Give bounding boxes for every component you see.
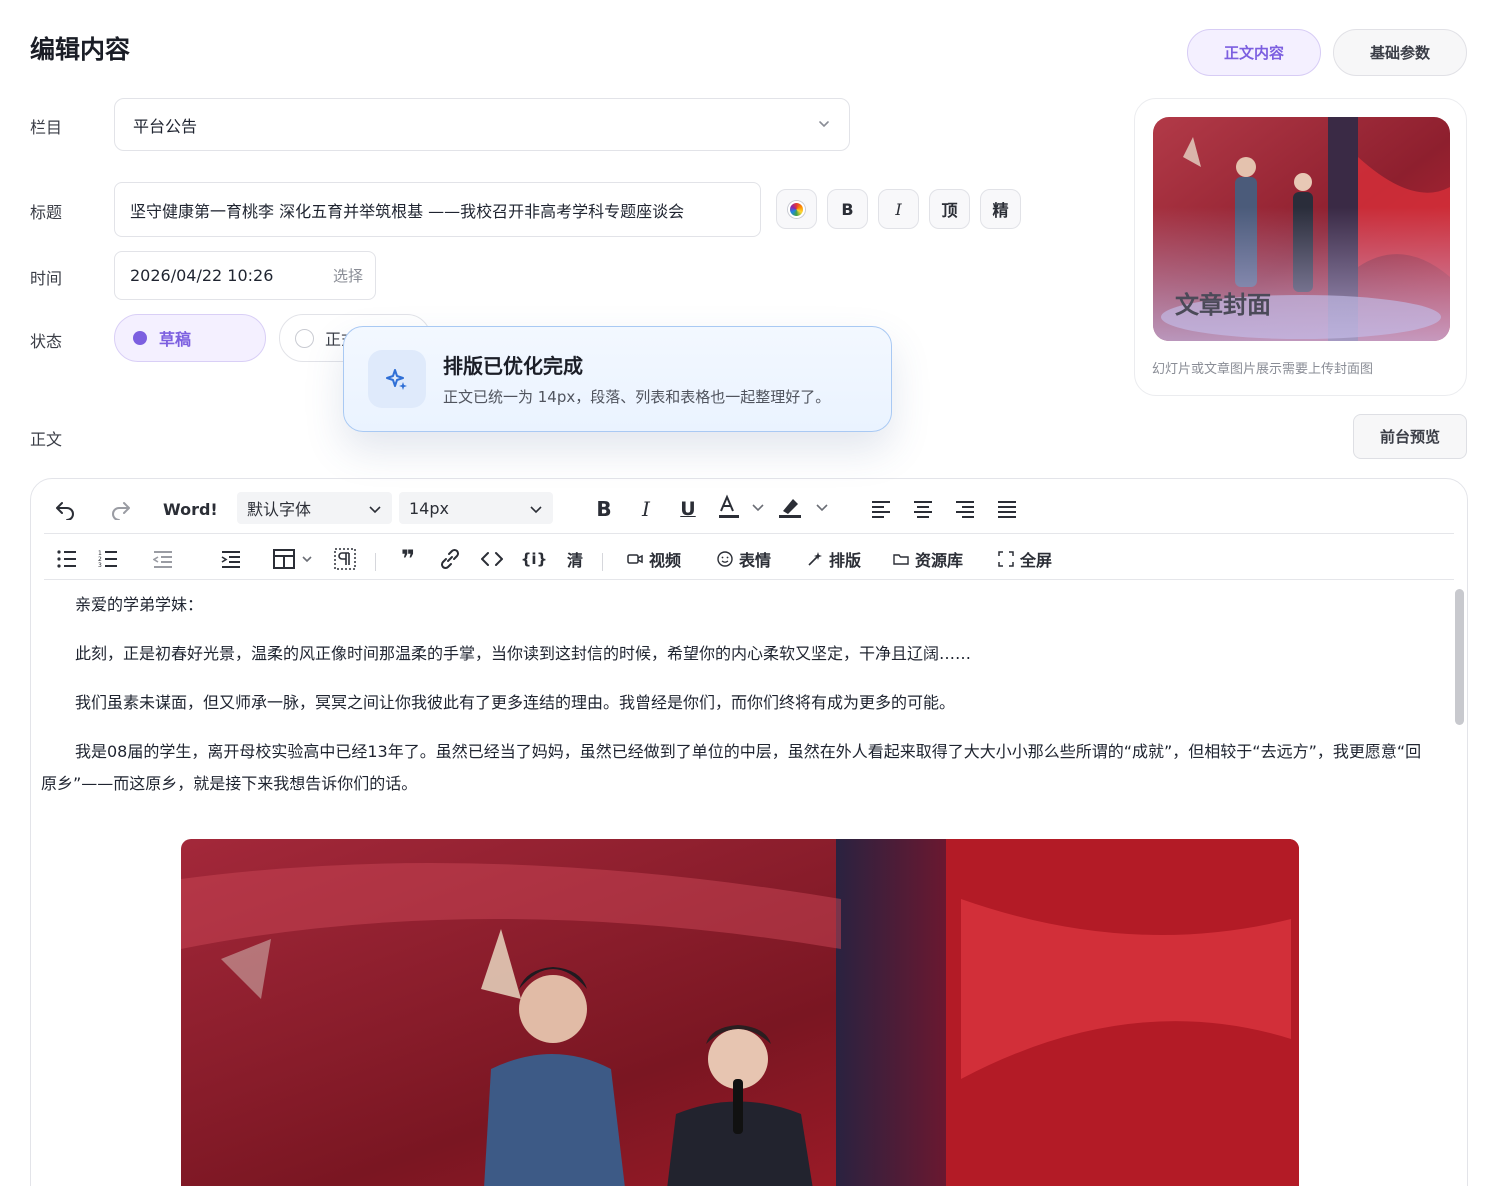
font-family-select[interactable]: 默认字体 [237,492,392,524]
paragraph: 亲爱的学弟学妹： [75,595,204,614]
color-palette-icon [788,200,805,218]
title-value: 坚守健康第一育桃李 深化五育并举筑根基 ——我校召开非高考学科专题座谈会 [130,201,685,221]
emoji-button[interactable]: 表情 [717,547,771,571]
align-center-icon[interactable] [911,495,935,523]
cover-image-upload[interactable]: 文章封面 [1153,117,1450,341]
highlight-color-icon[interactable] [777,493,829,523]
top-tabs: 正文内容 基础参数 [1187,29,1467,76]
emoji-icon [717,551,733,567]
emoji-label: 表情 [739,551,772,570]
radio-selected-icon [133,331,147,345]
time-value: 2026/04/22 10:26 [130,266,274,285]
svg-text:3: 3 [98,562,102,568]
resource-library-label: 资源库 [915,551,964,570]
cover-hint: 幻灯片或文章图片展示需要上传封面图 [1152,362,1374,377]
video-icon [627,554,643,564]
undo-icon[interactable] [51,495,79,523]
chevron-down-icon [819,121,829,128]
bullet-list-icon[interactable] [55,547,79,571]
title-label: 标题 [30,203,63,222]
indent-icon[interactable] [219,547,243,571]
status-draft-option[interactable]: 草稿 [114,314,266,362]
italic-icon[interactable]: I [633,495,659,523]
radio-unselected-icon [295,328,314,348]
cover-card: 文章封面 幻灯片或文章图片展示需要上传封面图 [1134,98,1467,396]
word-import-button[interactable]: Word! [163,495,218,523]
toast-title: 排版已优化完成 [443,354,583,378]
article-photo [181,839,1299,1186]
tab-body-content[interactable]: 正文内容 [1187,29,1321,76]
editor-scrollbar[interactable] [1455,589,1464,725]
title-style-buttons: B I 顶 精 [776,189,1021,229]
time-pick-button[interactable]: 选择 [333,265,363,286]
chevron-down-icon [530,506,542,514]
align-right-icon[interactable] [953,495,977,523]
font-size-value: 14px [409,498,449,518]
title-top-button[interactable]: 顶 [929,189,970,229]
editor-content[interactable]: 亲爱的学弟学妹： 此刻，正是初春好光景，温柔的风正像时间那温柔的手掌，当你读到这… [41,589,1436,817]
time-label: 时间 [30,269,63,288]
body-label: 正文 [30,430,63,449]
numbered-list-icon[interactable]: 123 [96,547,120,571]
font-color-icon[interactable] [717,493,765,523]
status-draft-label: 草稿 [159,330,192,349]
link-icon[interactable] [438,547,462,571]
category-value: 平台公告 [133,116,198,136]
fullscreen-icon [998,551,1014,567]
cover-label: 文章封面 [1175,291,1271,319]
clear-format-button[interactable]: 清 [563,547,587,571]
code-block-icon[interactable]: {i} [521,547,548,571]
toast-description: 正文已统一为 14px，段落、列表和表格也一起整理好了。 [443,388,831,406]
outdent-icon[interactable] [151,547,175,571]
layout-button[interactable]: 排版 [807,547,861,571]
rich-text-editor: Word! 默认字体 14px B I U 123 ❞ {i} 清 视频 表情 … [30,478,1468,1186]
page-title: 编辑内容 [30,35,131,64]
font-family-value: 默认字体 [247,500,312,519]
format-block-icon[interactable] [333,547,357,571]
status-label: 状态 [30,332,63,351]
category-label: 栏目 [30,118,63,137]
align-left-icon[interactable] [869,495,893,523]
bold-icon[interactable]: B [591,495,617,523]
fullscreen-button[interactable]: 全屏 [998,547,1052,571]
paragraph: 我们虽素未谋面，但又师承一脉，冥冥之间让你我彼此有了更多连结的理由。我曾经是你们… [75,693,956,712]
title-featured-button[interactable]: 精 [980,189,1021,229]
font-size-select[interactable]: 14px [399,492,553,524]
quote-icon[interactable]: ❞ [396,545,420,573]
layout-label: 排版 [829,551,862,570]
frontend-preview-button[interactable]: 前台预览 [1353,414,1467,459]
fullscreen-label: 全屏 [1020,551,1053,570]
layout-success-toast: 排版已优化完成 正文已统一为 14px，段落、列表和表格也一起整理好了。 [343,326,892,432]
title-input[interactable]: 坚守健康第一育桃李 深化五育并举筑根基 ——我校召开非高考学科专题座谈会 [114,182,761,237]
paragraph: 此刻，正是初春好光景，温柔的风正像时间那温柔的手掌，当你读到这封信的时候，希望你… [75,644,972,663]
table-icon[interactable] [273,547,317,571]
title-color-button[interactable] [776,189,817,229]
magic-wand-icon [808,552,822,566]
sparkle-icon [368,350,426,408]
align-justify-icon[interactable] [995,495,1019,523]
resource-library-button[interactable]: 资源库 [893,547,963,571]
folder-icon [893,554,909,565]
category-select[interactable]: 平台公告 [114,98,850,151]
title-bold-button[interactable]: B [827,189,868,229]
video-button[interactable]: 视频 [627,547,681,571]
redo-icon[interactable] [107,495,135,523]
chevron-down-icon [369,506,381,514]
video-label: 视频 [649,551,682,570]
title-italic-button[interactable]: I [878,189,919,229]
time-input[interactable]: 2026/04/22 10:26 选择 [114,251,376,300]
underline-icon[interactable]: U [675,495,701,523]
tab-basic-params[interactable]: 基础参数 [1333,29,1467,76]
code-icon[interactable] [480,547,504,571]
paragraph: 我是08届的学生，离开母校实验高中已经13年了。虽然已经当了妈妈，虽然已经做到了… [41,742,1422,793]
